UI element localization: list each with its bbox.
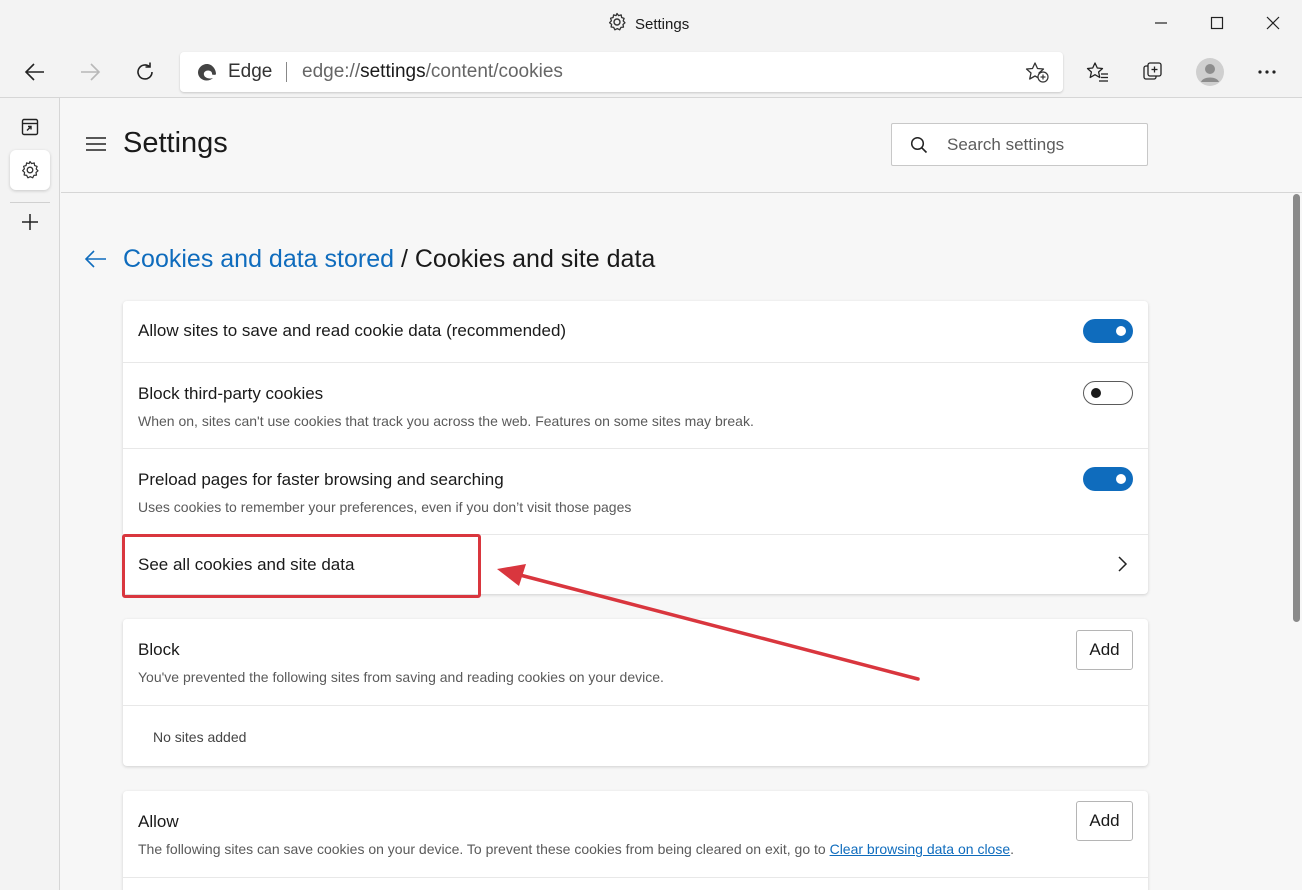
window-title: Settings <box>635 15 690 33</box>
breadcrumb-separator: / <box>400 245 408 273</box>
settings-tab[interactable] <box>10 150 50 190</box>
page-title: Settings <box>123 127 228 159</box>
block-third-party-description: When on, sites can't use cookies that tr… <box>138 413 754 429</box>
profile-avatar <box>1196 58 1224 86</box>
title-bar: Settings <box>0 0 1302 46</box>
address-bar[interactable]: Edge edge://settings/content/cookies <box>180 52 1063 92</box>
allow-cookies-title: Allow sites to save and read cookie data… <box>138 321 567 340</box>
preload-pages-toggle[interactable] <box>1083 467 1133 491</box>
tab-actions-button[interactable] <box>10 107 50 147</box>
search-box[interactable] <box>891 123 1148 166</box>
allow-description: The following sites can save cookies on … <box>138 841 1014 857</box>
page-scrollbar[interactable] <box>1290 194 1302 890</box>
cookies-settings-card: Allow sites to save and read cookie data… <box>123 301 1148 594</box>
minimize-icon <box>1155 22 1167 24</box>
allow-description-suffix: . <box>1010 841 1015 857</box>
allow-title: Allow <box>138 812 179 831</box>
preload-pages-row[interactable]: Preload pages for faster browsing and se… <box>123 448 1148 534</box>
block-empty-text: No sites added <box>153 729 247 745</box>
minimize-button[interactable] <box>1133 0 1189 46</box>
favorites-button[interactable] <box>1078 53 1118 91</box>
block-header-row: Block You've prevented the following sit… <box>123 619 1148 705</box>
url-prefix: edge:// <box>302 61 361 82</box>
more-menu-icon <box>1258 70 1276 74</box>
browser-toolbar: Edge edge://settings/content/cookies <box>0 46 1302 98</box>
more-menu-button[interactable] <box>1247 53 1287 91</box>
block-third-party-title: Block third-party cookies <box>138 384 324 403</box>
new-tab-icon <box>22 214 38 230</box>
omnibox-edge-label: Edge <box>228 61 273 82</box>
clear-browsing-data-link[interactable]: Clear browsing data on close <box>830 841 1011 857</box>
breadcrumb-parent-link[interactable]: Cookies and data stored <box>123 245 394 273</box>
block-title: Block <box>138 640 180 659</box>
search-icon <box>910 136 928 159</box>
allow-cookies-toggle[interactable] <box>1083 319 1133 343</box>
hamburger-menu-icon[interactable] <box>85 136 107 157</box>
search-input[interactable] <box>947 134 1137 156</box>
maximize-button[interactable] <box>1189 0 1245 46</box>
allow-add-button[interactable]: Add <box>1076 801 1133 841</box>
favorites-icon <box>1086 62 1108 82</box>
vertical-tab-strip <box>0 98 60 890</box>
block-third-party-toggle[interactable] <box>1083 381 1133 405</box>
preload-pages-description: Uses cookies to remember your preference… <box>138 499 632 515</box>
refresh-icon <box>137 62 153 80</box>
block-description: You've prevented the following sites fro… <box>138 669 664 685</box>
allow-description-text: The following sites can save cookies on … <box>138 841 826 857</box>
block-third-party-row[interactable]: Block third-party cookies When on, sites… <box>123 362 1148 448</box>
back-button[interactable] <box>15 53 55 91</box>
collections-button[interactable] <box>1133 53 1173 91</box>
window-title-group: Settings <box>607 12 689 36</box>
allow-cookies-row[interactable]: Allow sites to save and read cookie data… <box>123 301 1148 362</box>
block-sites-card: Block You've prevented the following sit… <box>123 619 1148 766</box>
profile-button[interactable] <box>1190 53 1230 91</box>
see-all-cookies-row[interactable]: See all cookies and site data <box>123 534 1148 594</box>
collections-icon <box>1143 62 1162 80</box>
breadcrumb-back-arrow-icon[interactable] <box>84 248 108 275</box>
settings-tab-icon <box>22 160 39 179</box>
close-button[interactable] <box>1245 0 1301 46</box>
breadcrumb: Cookies and data stored / Cookies and si… <box>123 245 655 274</box>
breadcrumb-current: Cookies and site data <box>414 245 656 273</box>
allow-list-row <box>123 877 1148 890</box>
settings-header: Settings <box>61 98 1302 193</box>
new-tab-button[interactable] <box>10 202 50 242</box>
block-add-button[interactable]: Add <box>1076 630 1133 670</box>
edge-logo-icon <box>196 61 218 88</box>
tab-actions-icon <box>21 118 39 136</box>
url-path: /content/cookies <box>425 61 563 82</box>
refresh-button[interactable] <box>125 53 165 91</box>
add-favorite-icon[interactable] <box>1025 61 1049 88</box>
block-empty-row: No sites added <box>123 705 1148 766</box>
scrollbar-thumb[interactable] <box>1293 194 1300 622</box>
url-host: settings <box>360 61 426 82</box>
chevron-right-icon <box>1117 555 1129 578</box>
allow-sites-card: Allow The following sites can save cooki… <box>123 791 1148 890</box>
omnibox-separator <box>286 62 287 82</box>
forward-button[interactable] <box>70 53 110 91</box>
allow-header-row: Allow The following sites can save cooki… <box>123 791 1148 877</box>
back-arrow-icon <box>24 63 44 81</box>
preload-pages-title: Preload pages for faster browsing and se… <box>138 470 504 489</box>
toggle-knob <box>1116 474 1126 484</box>
toggle-knob <box>1116 326 1126 336</box>
toggle-knob <box>1091 388 1101 398</box>
url-text: edge://settings/content/cookies <box>302 61 563 83</box>
close-icon <box>1266 16 1280 30</box>
gear-icon <box>607 12 627 36</box>
forward-arrow-icon <box>81 63 101 81</box>
maximize-icon <box>1210 16 1224 30</box>
see-all-cookies-title: See all cookies and site data <box>138 555 355 574</box>
